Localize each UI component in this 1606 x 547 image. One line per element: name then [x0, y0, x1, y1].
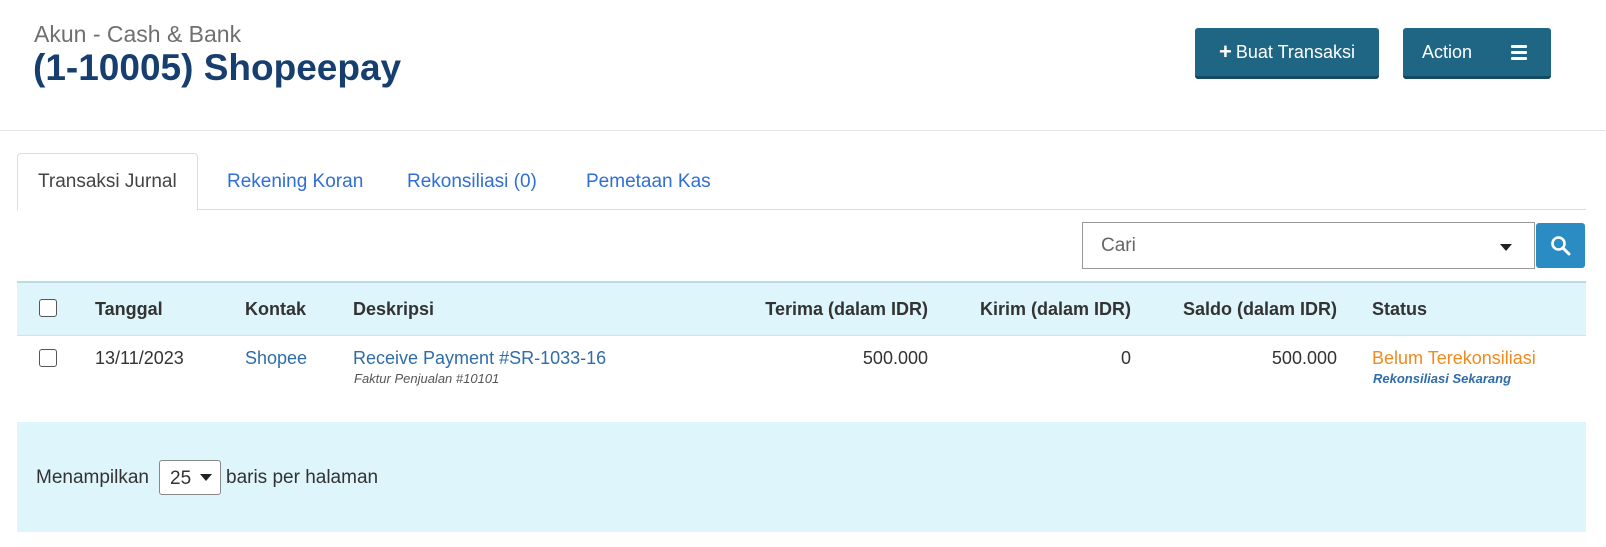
tab-pemetaan-kas[interactable]: Pemetaan Kas: [586, 153, 711, 210]
column-saldo: Saldo (dalam IDR): [1182, 299, 1337, 319]
row-date: 13/11/2023: [95, 348, 184, 368]
chevron-down-icon: [200, 474, 212, 481]
page-subtitle: Akun - Cash & Bank: [34, 21, 242, 47]
search-placeholder: Cari: [1101, 235, 1136, 256]
create-transaction-label: Buat Transaksi: [1235, 41, 1355, 62]
row-receive: 500.000: [862, 348, 928, 368]
search-icon: [1551, 236, 1571, 256]
column-kirim: Kirim (dalam IDR): [979, 299, 1131, 319]
row-description-sub: Faktur Penjualan #10101: [354, 371, 500, 386]
search-select[interactable]: Cari: [1082, 222, 1535, 269]
column-deskripsi: Deskripsi: [353, 299, 435, 319]
action-label: Action: [1422, 41, 1473, 62]
action-menu-button[interactable]: Action: [1403, 28, 1551, 79]
table-row: 13/11/2023 Shopee Receive Payment #SR-10…: [17, 336, 1586, 404]
column-status: Status: [1372, 299, 1428, 319]
tab-rekening-koran[interactable]: Rekening Koran: [227, 153, 363, 210]
hamburger-icon: [1511, 45, 1527, 60]
plus-icon: +: [1219, 39, 1232, 64]
page-title: (1-10005) Shopeepay: [33, 47, 402, 88]
pagination-suffix: baris per halaman: [226, 467, 379, 488]
tab-bar: Transaksi Jurnal Rekening Koran Rekonsil…: [17, 153, 1586, 211]
select-all-checkbox[interactable]: [39, 299, 57, 317]
page-header: Akun - Cash & Bank (1-10005) Shopeepay +…: [0, 0, 1606, 131]
row-status: Belum Terekonsiliasi: [1372, 348, 1536, 368]
pagination-bar: Menampilkan 25 baris per halaman: [17, 422, 1586, 532]
create-transaction-button[interactable]: + Buat Transaksi: [1195, 28, 1379, 79]
tab-rekonsiliasi[interactable]: Rekonsiliasi (0): [407, 153, 537, 210]
column-terima: Terima (dalam IDR): [765, 299, 928, 319]
search-button[interactable]: [1536, 223, 1585, 268]
rows-per-page-select[interactable]: 25: [159, 460, 221, 495]
row-contact-link[interactable]: Shopee: [245, 348, 307, 369]
reconcile-now-link[interactable]: Rekonsiliasi Sekarang: [1373, 371, 1511, 386]
pagination-prefix: Menampilkan: [36, 467, 149, 488]
row-balance: 500.000: [1271, 348, 1337, 368]
table-header: Tanggal Kontak Deskripsi Terima (dalam I…: [17, 281, 1586, 336]
rows-per-page-value: 25: [170, 468, 192, 489]
row-checkbox[interactable]: [39, 349, 57, 367]
row-description-link[interactable]: Receive Payment #SR-1033-16: [353, 348, 606, 369]
row-send: 0: [1120, 348, 1131, 368]
tab-transaksi-jurnal[interactable]: Transaksi Jurnal: [17, 153, 198, 211]
column-kontak: Kontak: [245, 299, 307, 319]
column-tanggal: Tanggal: [95, 299, 163, 319]
chevron-down-icon: [1500, 244, 1512, 251]
